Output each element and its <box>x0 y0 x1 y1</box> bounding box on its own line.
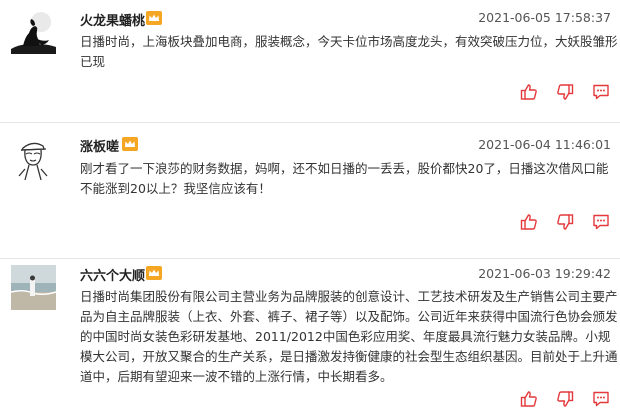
like-button[interactable] <box>518 82 540 102</box>
comment-text: 刚才看了一下浪莎的财务数据，妈啊，还不如日播的一丢丢，股价都快20了，日播这次借… <box>80 161 609 196</box>
comment-time: 2021-06-05 17:58:37 <box>478 10 611 25</box>
comment-icon <box>593 214 609 230</box>
comment-text: 日播时尚集团股份有限公司主营业务为品牌服装的创意设计、工艺技术研发及生产销售公司… <box>80 289 618 384</box>
comment-item: 火龙果蟠桃 2021-06-05 17:58:37 日播时尚，上海板块叠加电商，… <box>0 0 620 123</box>
username[interactable]: 涨板嗟 <box>80 136 119 155</box>
avatar-beach-photo <box>11 265 56 310</box>
reply-button[interactable] <box>590 389 612 409</box>
thumbs-down-icon <box>557 214 574 230</box>
thumbs-up-icon <box>520 84 537 100</box>
comment-icon <box>593 391 609 407</box>
username[interactable]: 火龙果蟠桃 <box>80 10 145 29</box>
comment-time: 2021-06-03 19:29:42 <box>478 266 611 281</box>
comment-text: 日播时尚，上海板块叠加电商，服装概念，今天卡位市场高度龙头，有效突破压力位，大妖… <box>80 34 618 69</box>
thumbs-down-icon <box>557 391 574 407</box>
avatar[interactable] <box>11 9 56 54</box>
like-button[interactable] <box>518 389 540 409</box>
username[interactable]: 六六个大顺 <box>80 265 145 284</box>
thumbs-up-icon <box>520 214 537 230</box>
dislike-button[interactable] <box>554 82 576 102</box>
avatar-cartoon-figure <box>11 136 56 181</box>
thumbs-down-icon <box>557 84 574 100</box>
reply-button[interactable] <box>590 82 612 102</box>
like-button[interactable] <box>518 212 540 232</box>
comment-actions <box>504 389 612 409</box>
reply-button[interactable] <box>590 212 612 232</box>
comment-item: 涨板嗟 2021-06-04 11:46:01 刚才看了一下浪莎的财务数据，妈啊… <box>0 123 620 259</box>
comment-item: 六六个大顺 2021-06-03 19:29:42 日播时尚集团股份有限公司主营… <box>0 259 620 418</box>
dislike-button[interactable] <box>554 212 576 232</box>
avatar[interactable] <box>11 136 56 181</box>
avatar-mermaid-silhouette <box>11 9 56 54</box>
crown-icon <box>146 11 162 25</box>
thumbs-up-icon <box>520 391 537 407</box>
dislike-button[interactable] <box>554 389 576 409</box>
comment-actions <box>504 212 612 232</box>
comment-actions <box>504 82 612 102</box>
crown-icon <box>122 137 138 151</box>
comment-time: 2021-06-04 11:46:01 <box>478 137 611 152</box>
comment-icon <box>593 84 609 100</box>
avatar[interactable] <box>11 265 56 310</box>
crown-icon <box>146 266 162 280</box>
